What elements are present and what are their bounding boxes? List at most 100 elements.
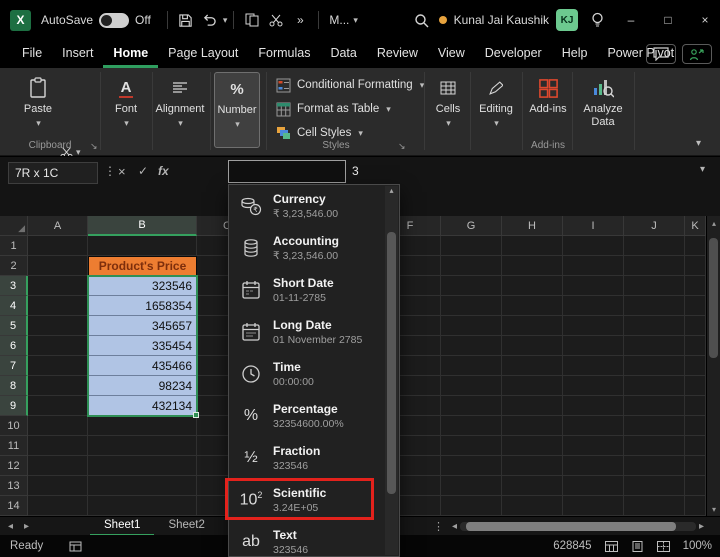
- search-button[interactable]: [410, 6, 434, 34]
- tab-data[interactable]: Data: [320, 40, 366, 68]
- number-group-button[interactable]: % Number ▾: [214, 72, 260, 148]
- cell-G11[interactable]: [441, 436, 502, 456]
- cell-A10[interactable]: [28, 416, 88, 436]
- cell-A11[interactable]: [28, 436, 88, 456]
- vertical-scrollbar[interactable]: ▴ ▾: [706, 216, 720, 516]
- paste-button[interactable]: Paste ▾: [16, 72, 60, 129]
- chevron-down-icon[interactable]: ▾: [223, 15, 228, 26]
- tab-page-layout[interactable]: Page Layout: [158, 40, 248, 68]
- cell-I8[interactable]: [563, 376, 624, 396]
- user-avatar[interactable]: KJ: [556, 9, 578, 31]
- undo-button[interactable]: [198, 6, 222, 34]
- format-as-table-button[interactable]: Format as Table ▾: [276, 98, 391, 120]
- row-header-5[interactable]: 5: [0, 316, 28, 336]
- menu-scrollbar[interactable]: ▴: [385, 186, 398, 555]
- collapse-ribbon-icon[interactable]: ▾: [696, 138, 701, 149]
- cell-B7[interactable]: 435466: [88, 356, 197, 376]
- row-header-10[interactable]: 10: [0, 416, 28, 436]
- cell-A4[interactable]: [28, 296, 88, 316]
- scroll-right-icon[interactable]: ▸: [699, 521, 704, 532]
- cell-K7[interactable]: [685, 356, 706, 376]
- cell-K10[interactable]: [685, 416, 706, 436]
- cell-K11[interactable]: [685, 436, 706, 456]
- cut-button[interactable]: [264, 6, 288, 34]
- tab-help[interactable]: Help: [552, 40, 598, 68]
- zoom-level[interactable]: 100%: [683, 540, 712, 552]
- cell-A2[interactable]: [28, 256, 88, 276]
- cell-G4[interactable]: [441, 296, 502, 316]
- format-option-fraction[interactable]: ½ Fraction323546: [229, 437, 387, 479]
- cell-K5[interactable]: [685, 316, 706, 336]
- vertical-scroll-thumb[interactable]: [709, 238, 718, 358]
- cell-H12[interactable]: [502, 456, 563, 476]
- name-box[interactable]: 7R x 1C: [8, 162, 98, 184]
- row-header-14[interactable]: 14: [0, 496, 28, 516]
- font-group-button[interactable]: A Font ▾: [104, 72, 148, 129]
- cell-B12[interactable]: [88, 456, 197, 476]
- format-option-time[interactable]: Time00:00:00: [229, 353, 387, 395]
- row-header-4[interactable]: 4: [0, 296, 28, 316]
- cell-I6[interactable]: [563, 336, 624, 356]
- cell-J2[interactable]: [624, 256, 685, 276]
- sheet-tab-sheet2[interactable]: Sheet2: [154, 517, 218, 536]
- cell-H11[interactable]: [502, 436, 563, 456]
- scroll-down-icon[interactable]: ▾: [707, 502, 720, 516]
- cell-K8[interactable]: [685, 376, 706, 396]
- cell-J13[interactable]: [624, 476, 685, 496]
- tab-file[interactable]: File: [12, 40, 52, 68]
- row-header-8[interactable]: 8: [0, 376, 28, 396]
- cell-I11[interactable]: [563, 436, 624, 456]
- scroll-up-icon[interactable]: ▴: [389, 186, 393, 195]
- cell-G5[interactable]: [441, 316, 502, 336]
- cell-J8[interactable]: [624, 376, 685, 396]
- row-header-1[interactable]: 1: [0, 236, 28, 256]
- cell-J10[interactable]: [624, 416, 685, 436]
- cell-G3[interactable]: [441, 276, 502, 296]
- cell-J5[interactable]: [624, 316, 685, 336]
- cell-H14[interactable]: [502, 496, 563, 516]
- close-button[interactable]: ×: [690, 0, 720, 40]
- cells-group-button[interactable]: Cells ▾: [428, 72, 468, 129]
- page-layout-view-icon[interactable]: [631, 541, 644, 552]
- cell-K6[interactable]: [685, 336, 706, 356]
- conditional-formatting-button[interactable]: Conditional Formatting ▾: [276, 74, 424, 96]
- cell-A3[interactable]: [28, 276, 88, 296]
- cell-B9[interactable]: 432134: [88, 396, 197, 416]
- cell-G13[interactable]: [441, 476, 502, 496]
- cell-G1[interactable]: [441, 236, 502, 256]
- column-header-A[interactable]: A: [28, 216, 88, 236]
- row-header-12[interactable]: 12: [0, 456, 28, 476]
- cell-I1[interactable]: [563, 236, 624, 256]
- quick-access-overflow[interactable]: »: [288, 6, 312, 34]
- cell-A7[interactable]: [28, 356, 88, 376]
- dialog-launcher-icon[interactable]: ↘: [398, 141, 406, 152]
- cell-J4[interactable]: [624, 296, 685, 316]
- cell-B8[interactable]: 98234: [88, 376, 197, 396]
- cell-G14[interactable]: [441, 496, 502, 516]
- cell-J7[interactable]: [624, 356, 685, 376]
- column-header-J[interactable]: J: [624, 216, 685, 236]
- cell-K3[interactable]: [685, 276, 706, 296]
- cell-J14[interactable]: [624, 496, 685, 516]
- prev-sheet-icon[interactable]: ◂: [8, 521, 13, 532]
- cell-I13[interactable]: [563, 476, 624, 496]
- cell-B5[interactable]: 345657: [88, 316, 197, 336]
- next-sheet-icon[interactable]: ▸: [24, 521, 29, 532]
- cell-K1[interactable]: [685, 236, 706, 256]
- editing-group-button[interactable]: Editing ▾: [474, 72, 518, 129]
- cell-J9[interactable]: [624, 396, 685, 416]
- cell-G12[interactable]: [441, 456, 502, 476]
- cell-B10[interactable]: [88, 416, 197, 436]
- cell-B11[interactable]: [88, 436, 197, 456]
- cell-A9[interactable]: [28, 396, 88, 416]
- analyze-data-button[interactable]: Analyze Data: [578, 72, 628, 128]
- enter-icon[interactable]: ✓: [138, 164, 148, 178]
- column-header-H[interactable]: H: [502, 216, 563, 236]
- cell-A5[interactable]: [28, 316, 88, 336]
- row-header-13[interactable]: 13: [0, 476, 28, 496]
- cell-I7[interactable]: [563, 356, 624, 376]
- column-header-B[interactable]: B: [88, 216, 197, 236]
- column-header-I[interactable]: I: [563, 216, 624, 236]
- cell-J11[interactable]: [624, 436, 685, 456]
- cell-G2[interactable]: [441, 256, 502, 276]
